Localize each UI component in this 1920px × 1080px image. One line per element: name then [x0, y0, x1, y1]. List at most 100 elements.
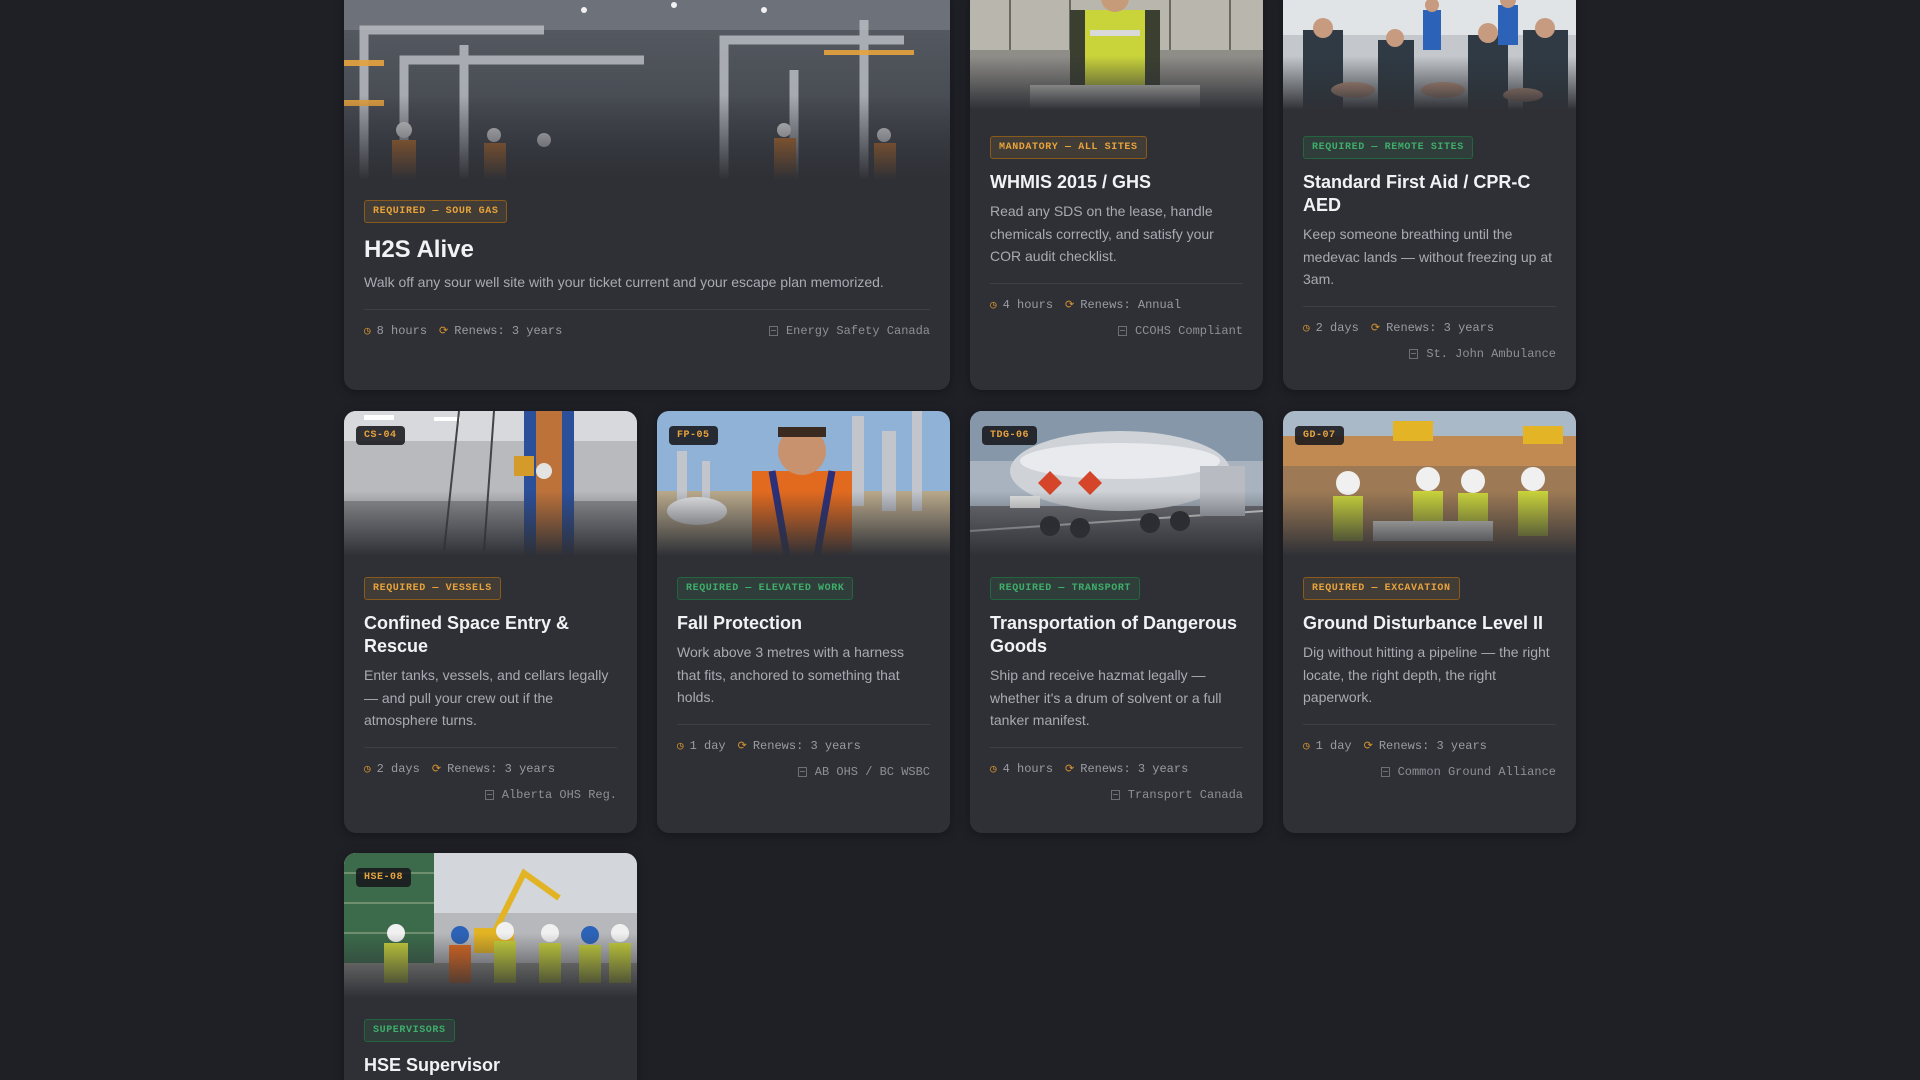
course-card-confined-space[interactable]: CS-04 REQUIRED — VESSELS Confined Space …: [344, 411, 637, 833]
requirement-tag: REQUIRED — ELEVATED WORK: [677, 577, 854, 600]
renewal: Renews: 3 years: [1080, 761, 1189, 776]
provider-name: CCOHS Compliant: [1134, 323, 1243, 338]
provider: Energy Safety Canada: [768, 323, 930, 338]
requirement-tag: MANDATORY — ALL SITES: [990, 136, 1147, 159]
provider: Alberta OHS Reg.: [364, 788, 617, 802]
course-meta: ◷ 1 day ⟳ Renews: 3 years: [677, 739, 930, 753]
course-description: Work above 3 metres with a harness that …: [677, 644, 904, 705]
course-image-harness-worker: CS-04: [344, 411, 637, 556]
course-image-tanker-truck: TDG-06: [970, 411, 1263, 556]
provider: Common Ground Alliance: [1303, 765, 1556, 779]
course-description: Read any SDS on the lease, handle chemic…: [990, 203, 1214, 264]
course-title[interactable]: HSE Supervisor: [364, 1054, 617, 1077]
course-description: Enter tanks, vessels, and cellars legall…: [364, 667, 609, 728]
building-icon: [1110, 789, 1120, 800]
clock-icon: ◷: [1303, 322, 1310, 335]
building-icon: [1409, 348, 1419, 359]
duration: 2 days: [1315, 320, 1359, 335]
renew-icon: ⟳: [1363, 740, 1373, 753]
course-card-tdg[interactable]: TDG-06 REQUIRED — TRANSPORT Transportati…: [970, 411, 1263, 833]
course-code: CS-04: [356, 426, 405, 445]
course-title[interactable]: Transportation of Dangerous Goods: [990, 612, 1243, 658]
course-card-hse-supervisor[interactable]: HSE-08 SUPERVISORS HSE Supervisor: [344, 853, 637, 1080]
provider: St. John Ambulance: [1303, 347, 1556, 361]
course-title[interactable]: WHMIS 2015 / GHS: [990, 171, 1243, 194]
duration: 1 day: [689, 738, 726, 753]
course-card-h2s[interactable]: REQUIRED — SOUR GAS H2S Alive Walk off a…: [344, 0, 950, 390]
course-image-worker: [970, 0, 1263, 110]
course-meta: ◷ 1 day ⟳ Renews: 3 years: [1303, 739, 1556, 753]
renew-icon: ⟳: [1065, 299, 1075, 312]
requirement-tag: REQUIRED — REMOTE SITES: [1303, 136, 1473, 159]
provider-name: Alberta OHS Reg.: [501, 787, 617, 802]
course-catalog: REQUIRED — SOUR GAS H2S Alive Walk off a…: [0, 0, 1920, 1080]
course-meta: ◷ 2 days ⟳ Renews: 3 years: [364, 762, 617, 776]
provider: AB OHS / BC WSBC: [677, 765, 930, 779]
renewal: Renews: 3 years: [454, 323, 563, 338]
divider: [1303, 305, 1556, 307]
clock-icon: ◷: [677, 740, 684, 753]
course-image-cpr-class: [1283, 0, 1576, 110]
requirement-tag: REQUIRED — VESSELS: [364, 577, 501, 600]
building-icon: [797, 766, 807, 777]
renewal: Renews: 3 years: [1386, 320, 1495, 335]
course-title[interactable]: H2S Alive: [364, 235, 930, 265]
building-icon: [768, 325, 778, 336]
divider: [1303, 723, 1556, 725]
divider: [990, 746, 1243, 748]
divider: [364, 308, 930, 310]
requirement-tag: REQUIRED — EXCAVATION: [1303, 577, 1460, 600]
divider: [364, 746, 617, 748]
course-code: GD-07: [1295, 426, 1344, 445]
course-code: TDG-06: [982, 426, 1038, 445]
building-icon: [1117, 325, 1127, 336]
course-title[interactable]: Fall Protection: [677, 612, 930, 635]
clock-icon: ◷: [364, 763, 371, 776]
provider-name: Energy Safety Canada: [785, 323, 930, 338]
course-card-whmis[interactable]: MANDATORY — ALL SITES WHMIS 2015 / GHS R…: [970, 0, 1263, 390]
duration: 1 day: [1315, 738, 1352, 753]
renew-icon: ⟳: [431, 763, 442, 776]
course-image-industrial-plant: [344, 0, 950, 180]
renewal: Renews: 3 years: [1378, 738, 1487, 753]
course-description: Keep someone breathing until the medevac…: [1303, 226, 1553, 287]
building-icon: [1380, 766, 1390, 777]
course-card-first-aid[interactable]: REQUIRED — REMOTE SITES Standard First A…: [1283, 0, 1576, 390]
clock-icon: ◷: [990, 299, 997, 312]
renewal: Renews: 3 years: [447, 761, 556, 776]
provider-name: Transport Canada: [1127, 787, 1243, 802]
requirement-tag: REQUIRED — TRANSPORT: [990, 577, 1141, 600]
provider: Transport Canada: [990, 788, 1243, 802]
course-code: FP-05: [669, 426, 718, 445]
clock-icon: ◷: [1303, 740, 1310, 753]
course-title[interactable]: Confined Space Entry & Rescue: [364, 612, 617, 658]
provider-name: St. John Ambulance: [1426, 346, 1556, 361]
provider-name: AB OHS / BC WSBC: [814, 764, 930, 779]
renewal: Renews: Annual: [1080, 297, 1182, 312]
course-meta: ◷ 8 hours ⟳ Renews: 3 years: [364, 324, 562, 338]
requirement-tag: SUPERVISORS: [364, 1019, 455, 1042]
duration: 4 hours: [1002, 761, 1054, 776]
duration: 4 hours: [1002, 297, 1054, 312]
course-description: Ship and receive hazmat legally — whethe…: [990, 667, 1222, 728]
course-card-ground-disturbance[interactable]: GD-07 REQUIRED — EXCAVATION Ground Distu…: [1283, 411, 1576, 833]
course-description: Walk off any sour well site with your ti…: [364, 274, 884, 290]
course-meta: ◷ 4 hours ⟳ Renews: 3 years: [990, 762, 1243, 776]
divider: [990, 282, 1243, 284]
clock-icon: ◷: [990, 763, 997, 776]
divider: [677, 723, 930, 725]
course-card-fall-protection[interactable]: FP-05 REQUIRED — ELEVATED WORK Fall Prot…: [657, 411, 950, 833]
course-title[interactable]: Standard First Aid / CPR-C AED: [1303, 171, 1556, 217]
course-title[interactable]: Ground Disturbance Level II: [1303, 612, 1556, 635]
building-icon: [484, 789, 494, 800]
course-meta: ◷ 4 hours ⟳ Renews: Annual: [990, 298, 1243, 312]
renew-icon: ⟳: [1065, 763, 1075, 776]
course-description: Dig without hitting a pipeline — the rig…: [1303, 644, 1550, 705]
renew-icon: ⟳: [439, 325, 449, 338]
renewal: Renews: 3 years: [752, 738, 861, 753]
renew-icon: ⟳: [737, 740, 747, 753]
course-image-site-supervisors: HSE-08: [344, 853, 637, 998]
course-image-refinery-worker: FP-05: [657, 411, 950, 556]
course-meta: ◷ 2 days ⟳ Renews: 3 years: [1303, 321, 1556, 335]
duration: 2 days: [376, 761, 420, 776]
